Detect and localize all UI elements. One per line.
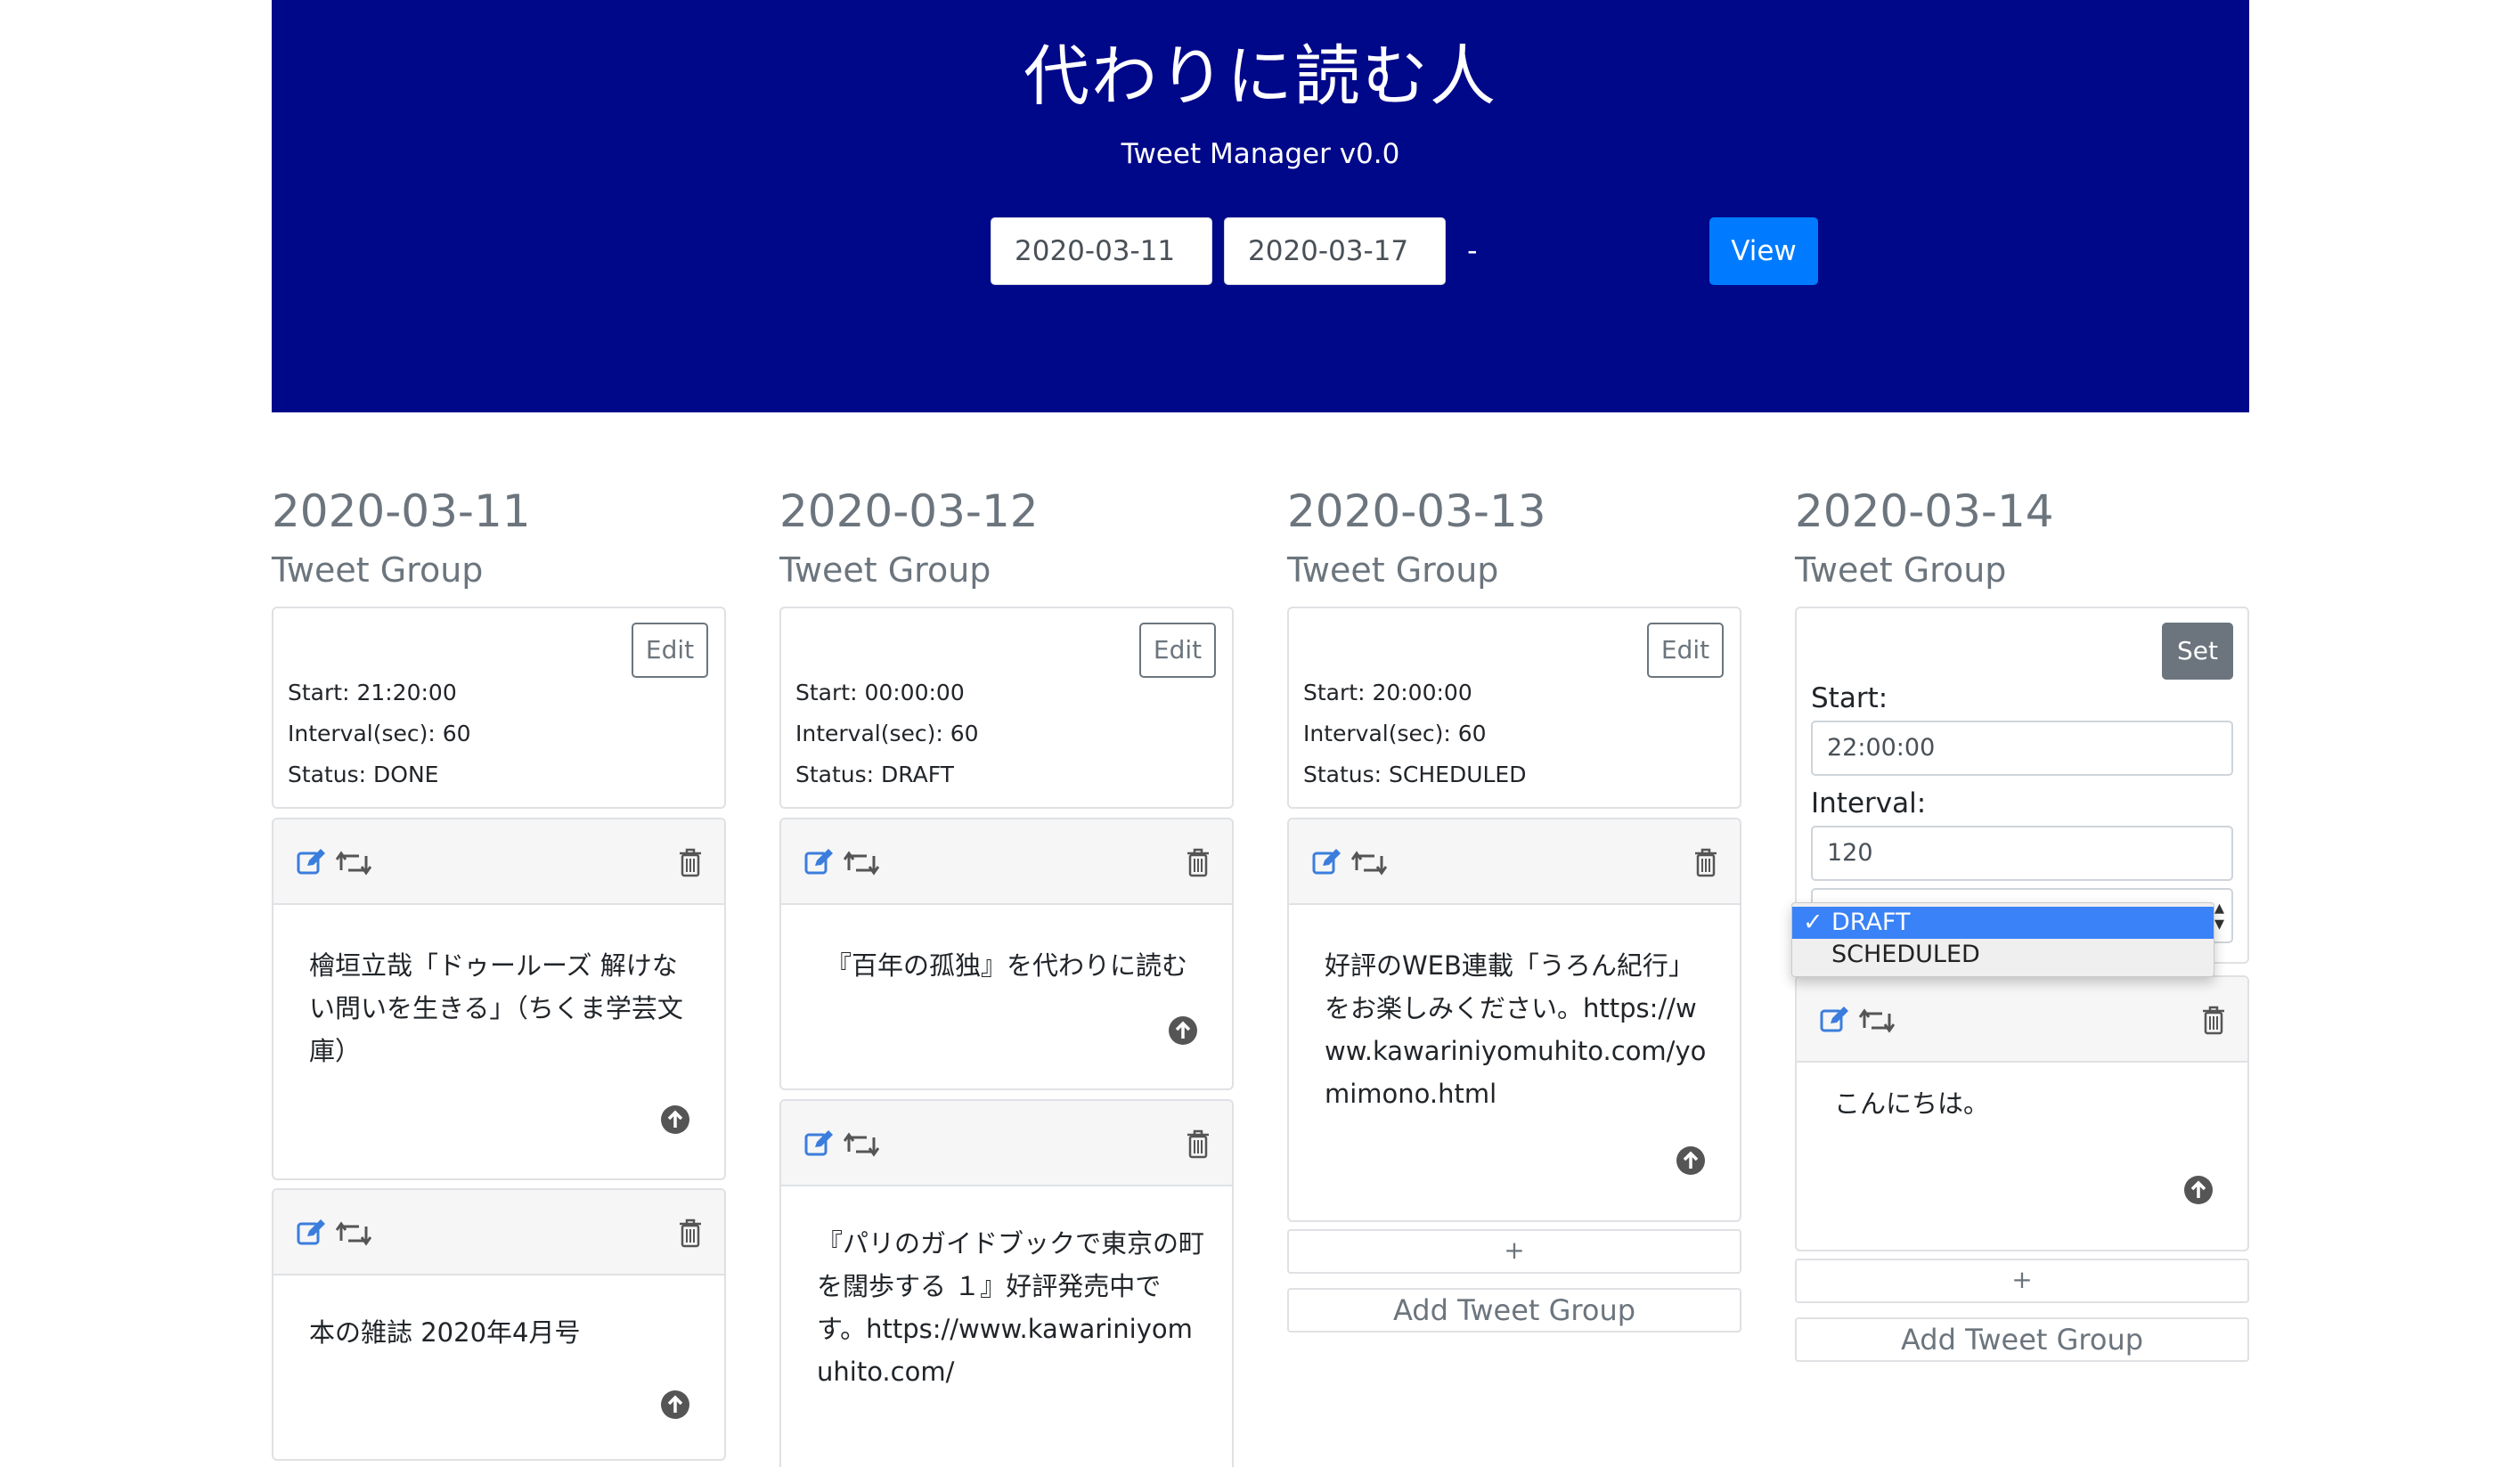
- tweet-group-label: Tweet Group: [779, 550, 991, 590]
- checkmark-icon: ✓: [1803, 909, 1823, 936]
- arrow-up-circle-icon[interactable]: [2183, 1175, 2214, 1205]
- tweet-card: こんにちは。: [1795, 975, 2249, 1251]
- select-arrows-icon: ▴ ▾: [2214, 897, 2224, 935]
- retweet-icon[interactable]: [844, 851, 879, 876]
- tweet-card-header: [1797, 977, 2247, 1063]
- tweet-card: 好評のWEB連載「うろん紀行」をお楽しみください。https://www.kaw…: [1287, 818, 1741, 1222]
- date-separator: -: [1467, 233, 1478, 267]
- interval-field-label: Interval:: [1811, 787, 1927, 819]
- edit-icon[interactable]: [804, 848, 835, 876]
- app-title: 代わりに読む人: [1023, 38, 1497, 115]
- start-time-input[interactable]: 22:00:00: [1811, 721, 2233, 776]
- retweet-icon[interactable]: [844, 1132, 879, 1157]
- group-start-time: Start: 21:20:00: [288, 680, 457, 705]
- add-tweet-button[interactable]: +: [1287, 1229, 1741, 1274]
- day-date-heading: 2020-03-12: [779, 485, 1039, 537]
- edit-group-button[interactable]: Edit: [632, 623, 708, 678]
- retweet-icon[interactable]: [336, 851, 371, 876]
- end-date-input[interactable]: 2020-03-17: [1224, 217, 1446, 285]
- tweet-text: こんにちは。: [1834, 1088, 1990, 1119]
- tweet-card: 『百年の孤独』を代わりに読む: [779, 818, 1234, 1090]
- tweet-card-header: [273, 819, 724, 905]
- arrow-up-circle-icon[interactable]: [660, 1104, 690, 1135]
- group-status: Status: SCHEDULED: [1303, 762, 1527, 787]
- trash-icon[interactable]: [678, 847, 703, 877]
- tweet-group-info-card: Edit Start: 21:20:00 Interval(sec): 60 S…: [272, 607, 726, 809]
- group-interval: Interval(sec): 60: [288, 721, 471, 746]
- tweet-text: 好評のWEB連載「うろん紀行」をお楽しみください。https://www.kaw…: [1325, 950, 1707, 1109]
- edit-group-button[interactable]: Edit: [1139, 623, 1216, 678]
- tweet-group-info-card: Edit Start: 20:00:00 Interval(sec): 60 S…: [1287, 607, 1741, 809]
- trash-icon[interactable]: [1186, 1129, 1211, 1159]
- add-tweet-group-button[interactable]: Add Tweet Group: [1795, 1317, 2249, 1362]
- day-date-heading: 2020-03-11: [272, 485, 531, 537]
- group-status: Status: DRAFT: [795, 762, 954, 787]
- day-date-heading: 2020-03-14: [1795, 485, 2054, 537]
- retweet-icon[interactable]: [1859, 1008, 1895, 1033]
- group-start-time: Start: 00:00:00: [795, 680, 965, 705]
- day-date-heading: 2020-03-13: [1287, 485, 1546, 537]
- status-option-scheduled[interactable]: SCHEDULED: [1792, 939, 2214, 971]
- tweet-group-label: Tweet Group: [272, 550, 484, 590]
- add-tweet-button[interactable]: +: [1795, 1259, 2249, 1303]
- app-subtitle: Tweet Manager v0.0: [1121, 138, 1400, 170]
- group-interval: Interval(sec): 60: [1303, 721, 1487, 746]
- start-field-label: Start:: [1811, 682, 1888, 714]
- view-button[interactable]: View: [1709, 217, 1818, 285]
- tweet-card: 『パリのガイドブックで東京の町を闊歩する １』好評発売中です。https://w…: [779, 1099, 1234, 1467]
- group-start-time: Start: 20:00:00: [1303, 680, 1472, 705]
- tweet-text: 『パリのガイドブックで東京の町を闊歩する １』好評発売中です。https://w…: [817, 1228, 1205, 1387]
- edit-icon[interactable]: [297, 848, 327, 876]
- group-interval: Interval(sec): 60: [795, 721, 979, 746]
- group-status: Status: DONE: [288, 762, 439, 787]
- retweet-icon[interactable]: [336, 1221, 371, 1246]
- retweet-icon[interactable]: [1351, 851, 1387, 876]
- tweet-card-header: [1289, 819, 1740, 905]
- set-group-button[interactable]: Set: [2162, 623, 2233, 680]
- trash-icon[interactable]: [1186, 847, 1211, 877]
- status-option-label: DRAFT: [1831, 909, 1911, 936]
- arrow-up-circle-icon[interactable]: [1676, 1145, 1706, 1176]
- tweet-group-info-card: Edit Start: 00:00:00 Interval(sec): 60 S…: [779, 607, 1234, 809]
- edit-group-button[interactable]: Edit: [1647, 623, 1724, 678]
- tweet-text: 『百年の孤独』を代わりに読む: [826, 950, 1188, 981]
- tweet-group-label: Tweet Group: [1795, 550, 2007, 590]
- tweet-card-header: [781, 1101, 1232, 1186]
- tweet-group-label: Tweet Group: [1287, 550, 1499, 590]
- tweet-text: 檜垣立哉「ドゥールーズ 解けない問いを生きる」（ちくま学芸文庫）: [309, 950, 683, 1066]
- header-banner: 代わりに読む人 Tweet Manager v0.0 2020-03-11 - …: [272, 0, 2249, 412]
- trash-icon[interactable]: [1693, 847, 1718, 877]
- start-date-input[interactable]: 2020-03-11: [991, 217, 1212, 285]
- status-option-draft[interactable]: ✓ DRAFT: [1792, 907, 2214, 939]
- edit-icon[interactable]: [1820, 1006, 1850, 1034]
- status-dropdown-menu: ✓ DRAFT SCHEDULED: [1791, 902, 2214, 977]
- status-option-label: SCHEDULED: [1831, 941, 1980, 968]
- interval-input[interactable]: 120: [1811, 826, 2233, 881]
- tweet-card-header: [781, 819, 1232, 905]
- trash-icon[interactable]: [678, 1218, 703, 1248]
- arrow-up-circle-icon[interactable]: [660, 1390, 690, 1420]
- edit-icon[interactable]: [1312, 848, 1342, 876]
- tweet-card: 本の雑誌 2020年4月号: [272, 1188, 726, 1461]
- arrow-up-circle-icon[interactable]: [1168, 1015, 1198, 1046]
- add-tweet-group-button[interactable]: Add Tweet Group: [1287, 1288, 1741, 1333]
- edit-icon[interactable]: [297, 1218, 327, 1247]
- edit-icon[interactable]: [804, 1129, 835, 1158]
- trash-icon[interactable]: [2201, 1005, 2226, 1035]
- tweet-text: 本の雑誌 2020年4月号: [309, 1317, 581, 1348]
- tweet-card-header: [273, 1190, 724, 1275]
- tweet-card: 檜垣立哉「ドゥールーズ 解けない問いを生きる」（ちくま学芸文庫）: [272, 818, 726, 1180]
